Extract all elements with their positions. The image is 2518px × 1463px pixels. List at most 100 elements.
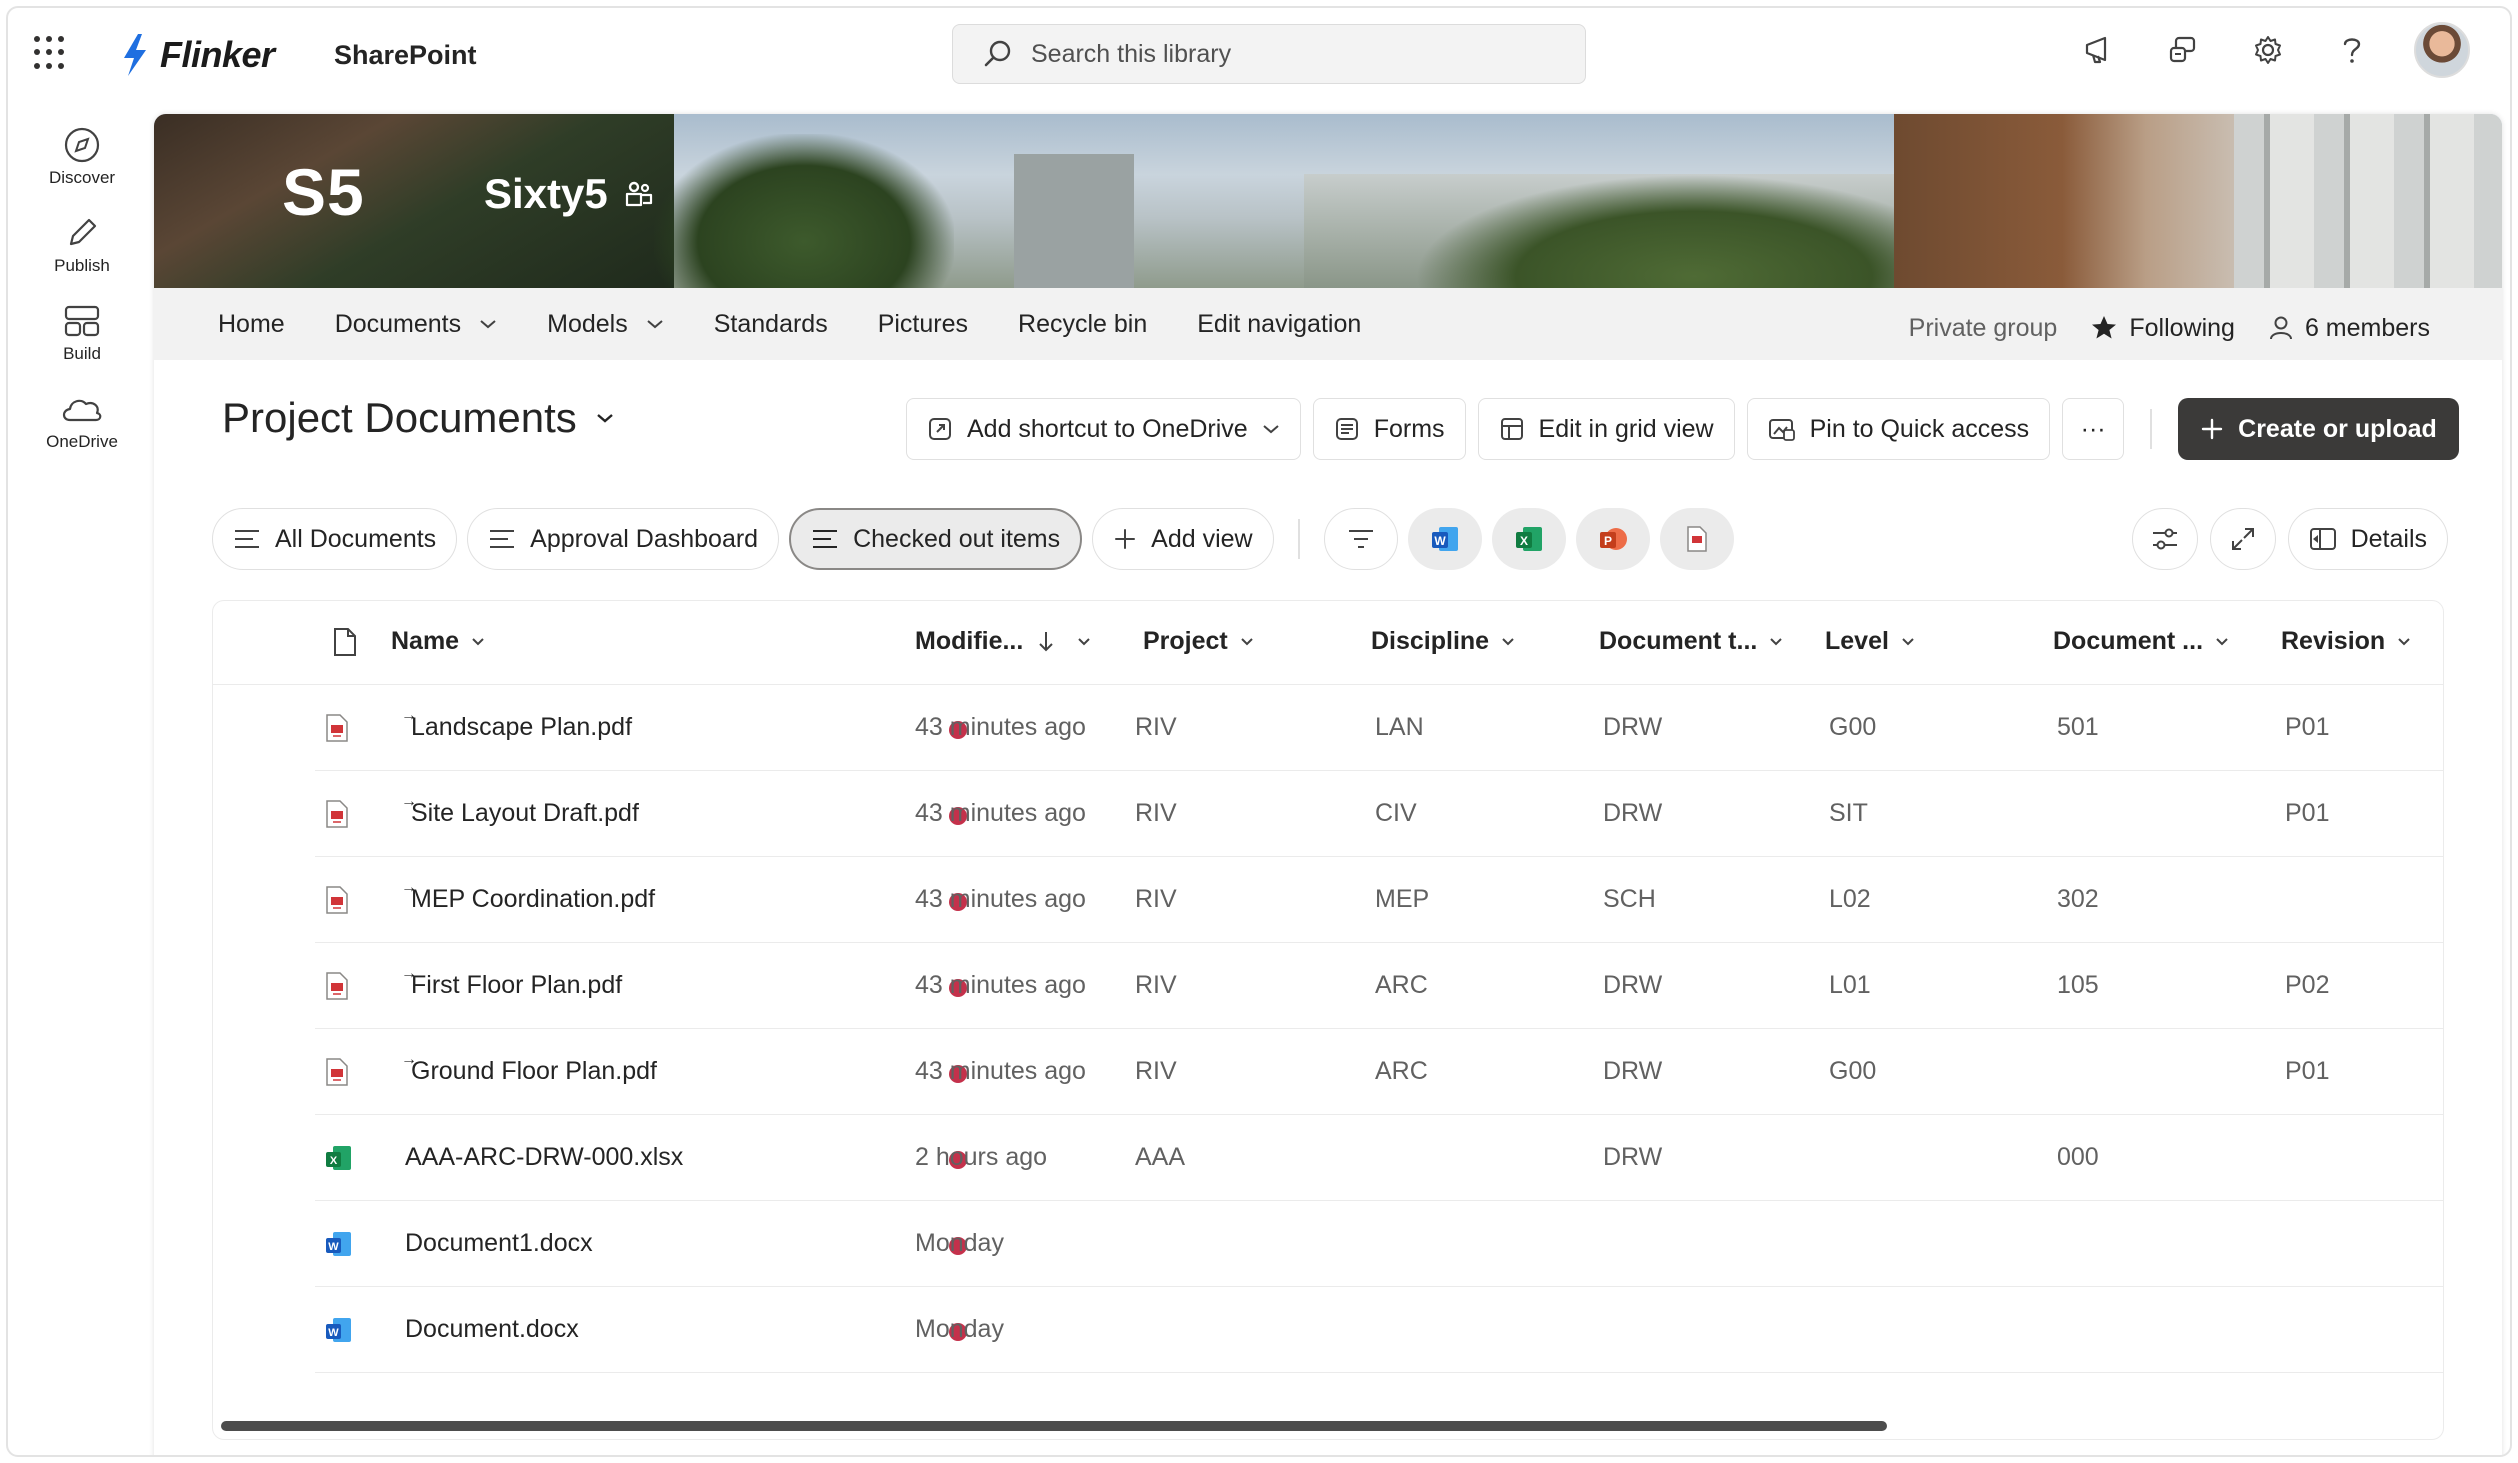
app-name[interactable]: SharePoint	[334, 40, 477, 71]
app-launcher-icon[interactable]	[34, 36, 68, 70]
details-label: Details	[2350, 524, 2427, 553]
megaphone-icon[interactable]	[2078, 28, 2122, 72]
command-bar: Add shortcut to OneDrive Forms Edit in g…	[906, 398, 2459, 460]
site-banner-image: S5 Sixty5	[154, 114, 2502, 288]
settings-gear-icon[interactable]	[2246, 28, 2290, 72]
cell-project: RIV	[1135, 713, 1177, 741]
table-row[interactable]: → Site Layout Draft.pdf 43 minutes ago RIV C…	[315, 771, 2443, 857]
pin-quick-access-button[interactable]: Pin to Quick access	[1746, 398, 2051, 460]
details-button[interactable]: Details	[2287, 508, 2448, 570]
cell-project: RIV	[1135, 1057, 1177, 1085]
filter-excel-button[interactable]: X	[1491, 508, 1566, 570]
file-name-link[interactable]: AAA-ARC-DRW-000.xlsx	[405, 1143, 683, 1172]
sort-down-icon	[1039, 631, 1054, 651]
horizontal-scrollbar[interactable]	[221, 1421, 1887, 1431]
edit-grid-view-button[interactable]: Edit in grid view	[1477, 398, 1735, 460]
column-header-level[interactable]: Level	[1825, 627, 1915, 656]
forms-button[interactable]: Forms	[1312, 398, 1466, 460]
filter-pdf-button[interactable]	[1659, 508, 1734, 570]
column-header-discipline[interactable]: Discipline	[1371, 627, 1515, 656]
share-chat-icon[interactable]	[2162, 28, 2206, 72]
file-name-link[interactable]: First Floor Plan.pdf	[411, 971, 622, 1000]
user-avatar[interactable]	[2414, 22, 2470, 78]
nav-home[interactable]: Home	[218, 310, 285, 339]
column-header-revision[interactable]: Revision	[2281, 627, 2411, 656]
column-header-modified[interactable]: Modifie...	[915, 627, 1091, 656]
forms-label: Forms	[1373, 414, 1445, 443]
svg-text:X: X	[330, 1155, 338, 1167]
sliders-icon	[2152, 528, 2177, 550]
filter-word-button[interactable]: W	[1407, 508, 1482, 570]
more-options-button[interactable]: ···	[2062, 398, 2125, 460]
table-row[interactable]: W Document.docx Monday	[315, 1287, 2443, 1373]
file-name-link[interactable]: Landscape Plan.pdf	[411, 713, 632, 742]
rail-item-discover[interactable]: Discover	[8, 126, 156, 214]
details-pane-icon	[2309, 528, 2336, 550]
nav-documents[interactable]: Documents	[335, 310, 497, 339]
table-row[interactable]: → Ground Floor Plan.pdf 43 minutes ago RIV A…	[315, 1029, 2443, 1115]
following-button[interactable]: Following	[2091, 314, 2235, 343]
rail-item-build[interactable]: Build	[8, 302, 156, 390]
rail-item-publish[interactable]: Publish	[8, 214, 156, 302]
members-button[interactable]: 6 members	[2269, 314, 2430, 343]
column-label: Level	[1825, 627, 1889, 655]
file-name-link[interactable]: Site Layout Draft.pdf	[411, 799, 639, 828]
add-shortcut-label: Add shortcut to OneDrive	[967, 414, 1248, 443]
cell-modified: 43 minutes ago	[915, 713, 1086, 741]
column-label: Revision	[2281, 627, 2386, 655]
column-header-name[interactable]: Name	[391, 627, 485, 656]
site-title[interactable]: Sixty5	[484, 170, 654, 218]
add-view-button[interactable]: Add view	[1092, 508, 1274, 570]
expand-button[interactable]	[2209, 508, 2276, 570]
cell-discipline: CIV	[1375, 799, 1417, 827]
column-header-document-number[interactable]: Document ...	[2053, 627, 2229, 656]
search-input[interactable]	[1031, 39, 1551, 69]
powerpoint-icon: P	[1599, 528, 1627, 550]
column-header-document-type[interactable]: Document t...	[1599, 627, 1783, 656]
site-logo[interactable]: S5	[282, 154, 365, 230]
add-shortcut-button[interactable]: Add shortcut to OneDrive	[906, 398, 1301, 460]
divider	[2150, 409, 2153, 449]
pin-icon	[1768, 419, 1795, 441]
nav-models[interactable]: Models	[547, 310, 664, 339]
cell-level: G00	[1829, 1057, 1877, 1085]
view-all-documents[interactable]: All Documents	[212, 508, 458, 570]
nav-label: Edit navigation	[1197, 309, 1362, 338]
grid-icon	[1500, 418, 1523, 440]
file-name-link[interactable]: MEP Coordination.pdf	[411, 885, 655, 914]
search-box[interactable]	[952, 24, 1586, 84]
shortcut-icon	[929, 418, 951, 440]
view-approval-dashboard[interactable]: Approval Dashboard	[467, 508, 780, 570]
file-name-link[interactable]: Document.docx	[405, 1315, 579, 1344]
nav-pictures[interactable]: Pictures	[878, 310, 968, 339]
column-header-project[interactable]: Project	[1143, 627, 1254, 656]
customize-columns-button[interactable]	[2131, 508, 2198, 570]
filter-powerpoint-button[interactable]: P	[1575, 508, 1650, 570]
excel-icon: X	[1515, 527, 1542, 551]
table-row[interactable]: → MEP Coordination.pdf 43 minutes ago RIV ME…	[315, 857, 2443, 943]
nav-standards[interactable]: Standards	[714, 310, 828, 339]
brand-logo[interactable]: Flinker	[120, 34, 275, 76]
cell-document-type: DRW	[1603, 971, 1663, 999]
bolt-icon	[124, 34, 146, 76]
cell-discipline: ARC	[1375, 971, 1428, 999]
cell-revision: P02	[2285, 971, 2330, 999]
nav-recycle-bin[interactable]: Recycle bin	[1018, 310, 1147, 339]
library-title[interactable]: Project Documents	[222, 394, 615, 442]
filter-button[interactable]	[1323, 508, 1398, 570]
create-upload-label: Create or upload	[2238, 414, 2437, 443]
file-name-link[interactable]: Document1.docx	[405, 1229, 593, 1258]
nav-edit-navigation[interactable]: Edit navigation	[1197, 310, 1361, 339]
file-name-link[interactable]: Ground Floor Plan.pdf	[411, 1057, 657, 1086]
table-row[interactable]: → Landscape Plan.pdf 43 minutes ago RIV LAN D…	[315, 685, 2443, 771]
table-row[interactable]: → First Floor Plan.pdf 43 minutes ago RIV AR…	[315, 943, 2443, 1029]
file-type-icon[interactable]	[333, 627, 357, 657]
view-checked-out-items[interactable]: Checked out items	[789, 508, 1083, 570]
create-upload-button[interactable]: Create or upload	[2178, 398, 2459, 460]
help-icon[interactable]	[2330, 28, 2374, 72]
cell-document-type: DRW	[1603, 799, 1663, 827]
table-row[interactable]: W Document1.docx Monday	[315, 1201, 2443, 1287]
cell-modified: 2 hours ago	[915, 1143, 1048, 1171]
rail-item-onedrive[interactable]: OneDrive	[8, 390, 156, 478]
table-row[interactable]: X AAA-ARC-DRW-000.xlsx 2 hours ago AAA DRW 00…	[315, 1115, 2443, 1201]
